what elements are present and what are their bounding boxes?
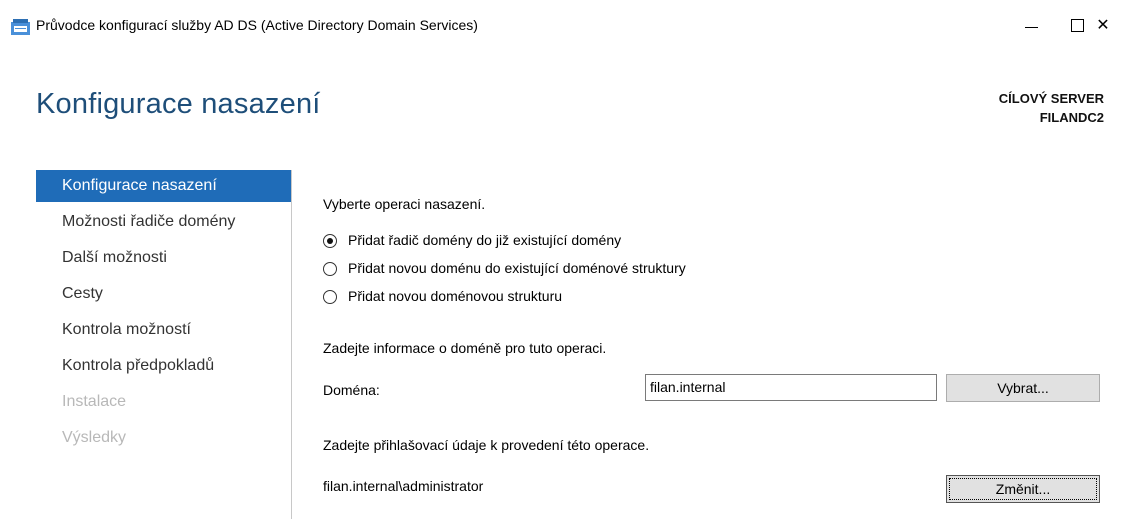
sidebar-divider [291, 170, 292, 519]
minimize-button[interactable] [1008, 0, 1054, 50]
credentials-value: filan.internal\administrator [323, 478, 484, 494]
nav-item-results: Výsledky [62, 429, 127, 446]
radio-label[interactable]: Přidat řadič domény do již existující do… [348, 232, 621, 248]
domain-info-prompt: Zadejte informace o doméně pro tuto oper… [323, 340, 607, 356]
title-bar: Průvodce konfigurací služby AD DS (Activ… [0, 0, 1126, 50]
wizard-navigation: Konfigurace nasazení Možnosti řadiče dom… [36, 170, 292, 519]
change-credentials-button[interactable]: Změnit... [946, 475, 1100, 503]
nav-item-dc-options[interactable]: Možnosti řadiče domény [36, 206, 292, 238]
radio-label[interactable]: Přidat novou doménu do existující doméno… [348, 260, 686, 276]
nav-item-additional-options[interactable]: Další možnosti [36, 242, 292, 274]
server-manager-icon [11, 19, 30, 35]
domain-label: Doména: [323, 382, 380, 398]
minimize-icon [1024, 26, 1038, 28]
nav-item-installation: Instalace [62, 393, 127, 410]
nav-item-paths[interactable]: Cesty [36, 278, 292, 310]
radio-button[interactable] [323, 290, 337, 304]
main-content: Vyberte operaci nasazení. Přidat řadič d… [323, 170, 1113, 519]
operation-prompt: Vyberte operaci nasazení. [323, 196, 486, 212]
page-title: Konfigurace nasazení [36, 88, 321, 120]
select-domain-button[interactable]: Vybrat... [946, 374, 1100, 402]
window-title: Průvodce konfigurací služby AD DS (Activ… [36, 17, 478, 33]
radio-label[interactable]: Přidat novou doménovou strukturu [348, 288, 562, 304]
radio-button[interactable] [323, 234, 337, 248]
close-button[interactable]: ✕ [1080, 0, 1126, 50]
close-icon: ✕ [1096, 17, 1110, 34]
nav-item-review-options[interactable]: Kontrola možností [36, 314, 292, 346]
credentials-prompt: Zadejte přihlašovací údaje k provedení t… [323, 437, 650, 453]
domain-input[interactable]: filan.internal [645, 374, 937, 401]
nav-item-deployment-configuration[interactable]: Konfigurace nasazení [36, 170, 292, 202]
target-server-label: CÍLOVÝ SERVER [998, 91, 1104, 106]
nav-item-prerequisites-check[interactable]: Kontrola předpokladů [36, 350, 292, 382]
radio-button[interactable] [323, 262, 337, 276]
target-server-name: FILANDC2 [1039, 110, 1104, 125]
